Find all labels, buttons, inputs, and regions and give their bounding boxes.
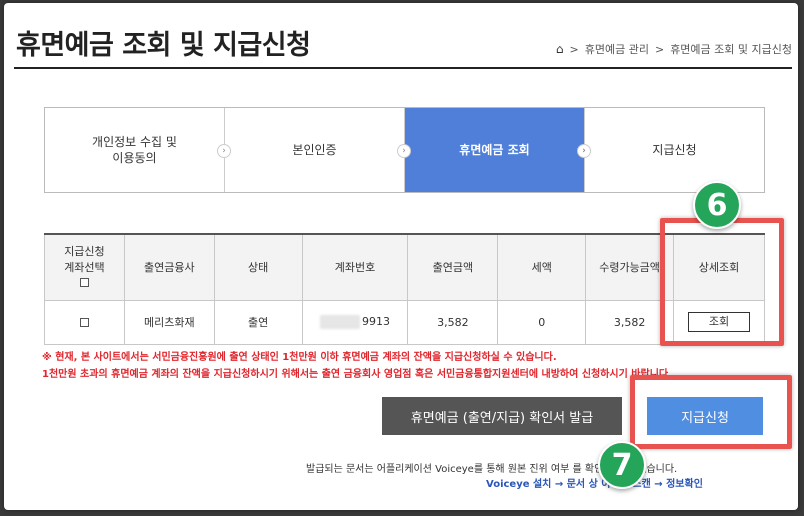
- cell-amount: 3,582: [407, 299, 499, 345]
- step-consent-line1: 개인정보 수집 및: [92, 134, 177, 149]
- voiceye-steps-link[interactable]: Voiceye 설치 → 문서 상 이미지 스캔 → 정보확인: [486, 475, 703, 490]
- header-tax: 세액: [497, 233, 587, 301]
- header-amount: 출연금액: [407, 233, 499, 301]
- select-all-checkbox[interactable]: [79, 278, 89, 288]
- home-icon[interactable]: ⌂: [556, 42, 564, 56]
- step-7-badge: 7: [598, 441, 646, 489]
- chevron-right-icon: ›: [577, 144, 591, 158]
- breadcrumb: ⌂ > 휴면예금 관리 > 휴면예금 조회 및 지급신청: [556, 41, 792, 57]
- row-checkbox[interactable]: [79, 318, 89, 327]
- step-inquiry: 휴면예금 조회 ›: [405, 108, 591, 192]
- page-frame: 휴면예금 조회 및 지급신청 ⌂ > 휴면예금 관리 > 휴면예금 조회 및 지…: [4, 3, 798, 510]
- step-verification: 본인인증 ›: [225, 108, 411, 192]
- header-select-line2: 계좌선택: [64, 260, 105, 274]
- cell-institution: 메리츠화재: [123, 299, 215, 345]
- step-apply: 지급신청: [585, 108, 764, 192]
- chevron-right-icon: ›: [217, 144, 231, 158]
- cell-tax: 0: [497, 299, 587, 345]
- cell-status: 출연: [213, 299, 303, 345]
- page-title: 휴면예금 조회 및 지급신청: [16, 30, 311, 61]
- highlight-detail-column: [660, 218, 784, 346]
- header-select-line1: 지급신청: [64, 245, 105, 259]
- step-consent-line2: 이용동의: [112, 151, 157, 165]
- header-account: 계좌번호: [301, 233, 409, 301]
- masked-account-number: [319, 315, 360, 329]
- step-apply-label: 지급신청: [652, 142, 697, 157]
- highlight-apply-button: [630, 375, 792, 449]
- breadcrumb-separator: >: [569, 42, 579, 56]
- account-suffix: 9913: [361, 315, 390, 328]
- step-consent: 개인정보 수집 및 이용동의 ›: [45, 108, 231, 192]
- notice-text: ※ 현재, 본 사이트에서는 서민금융진흥원에 출연 상태인 1천만원 이하 휴…: [42, 349, 672, 383]
- header-institution: 출연금융사: [123, 233, 215, 301]
- notice-line2: 1천만원 초과의 휴면예금 계좌의 잔액을 지급신청하시기 위해서는 출연 금융…: [42, 369, 672, 380]
- title-divider: [14, 67, 792, 69]
- account-table: 지급신청 계좌선택 출연금융사 상태 계좌번호 출연금액 세액 수령가능금액 상…: [44, 233, 765, 345]
- breadcrumb-level2[interactable]: 휴면예금 조회 및 지급신청: [670, 41, 792, 57]
- cell-account: 9913: [301, 299, 409, 345]
- breadcrumb-separator: >: [654, 42, 665, 56]
- header-select: 지급신청 계좌선택: [44, 233, 125, 301]
- account-table-wrapper: 지급신청 계좌선택 출연금융사 상태 계좌번호 출연금액 세액 수령가능금액 상…: [44, 233, 765, 345]
- issue-certificate-button[interactable]: 휴면예금 (출연/지급) 확인서 발급: [382, 397, 622, 435]
- header-status: 상태: [213, 233, 303, 301]
- step-verification-label: 본인인증: [292, 142, 337, 157]
- step-6-badge: 6: [693, 181, 741, 229]
- chevron-right-icon: ›: [397, 144, 411, 158]
- step-inquiry-label: 휴면예금 조회: [459, 142, 530, 157]
- table-row: 메리츠화재 출연 9913 3,582 0 3,582 조회: [44, 299, 765, 345]
- breadcrumb-level1[interactable]: 휴면예금 관리: [585, 41, 649, 57]
- progress-steps: 개인정보 수집 및 이용동의 › 본인인증 › 휴면예금 조회 › 지급신청: [44, 107, 765, 193]
- row-select-cell: [44, 299, 125, 345]
- notice-line1: ※ 현재, 본 사이트에서는 서민금융진흥원에 출연 상태인 1천만원 이하 휴…: [42, 352, 557, 363]
